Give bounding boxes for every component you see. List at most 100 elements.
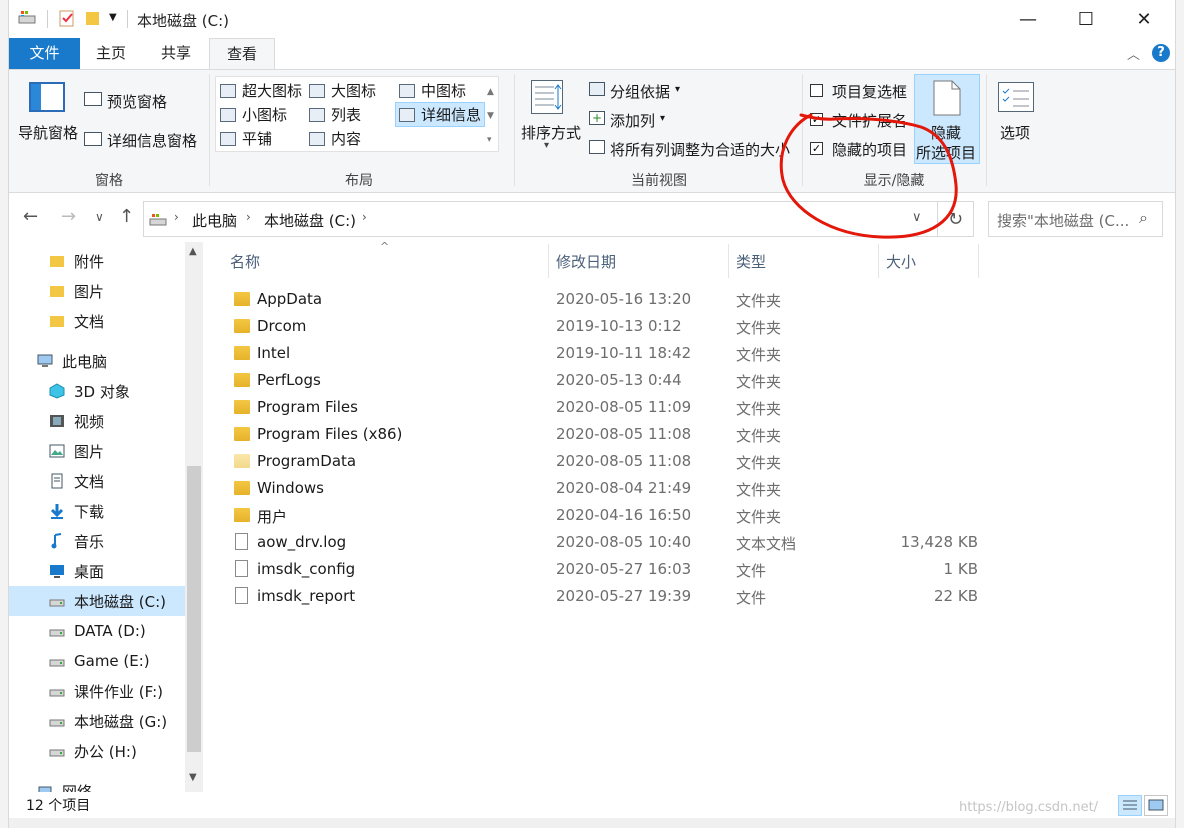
table-row[interactable]: imsdk_config 2020-05-27 16:03 文件 1 KB — [228, 556, 988, 583]
nav-pane-button[interactable]: 导航窗格 — [18, 122, 78, 143]
column-divider[interactable] — [548, 244, 549, 278]
details-view-button[interactable] — [1118, 795, 1142, 816]
layout-small-icons[interactable]: 小图标 — [220, 104, 287, 125]
file-name: aow_drv.log — [257, 533, 347, 551]
navpane-item[interactable]: DATA (D:) — [9, 616, 185, 646]
column-header-type[interactable]: 类型 — [736, 251, 766, 272]
navpane-item[interactable]: 附件 — [9, 246, 185, 276]
large-icons-view-button[interactable] — [1144, 795, 1168, 816]
table-row[interactable]: imsdk_report 2020-05-27 19:39 文件 22 KB — [228, 583, 988, 610]
navpane-item[interactable]: 课件作业 (F:) — [9, 676, 185, 706]
tab-file[interactable]: 文件 — [9, 38, 80, 69]
tab-home[interactable]: 主页 — [79, 38, 143, 69]
layout-scroll-arrows-icon[interactable]: ▲ ▼ ▾ — [487, 80, 494, 152]
column-header-name[interactable]: 名称 — [230, 251, 260, 272]
table-row[interactable]: Program Files 2020-08-05 11:09 文件夹 — [228, 394, 988, 421]
navpane-item[interactable]: 本地磁盘 (C:) — [9, 586, 185, 616]
column-divider[interactable] — [978, 244, 979, 278]
search-input[interactable]: 搜索"本地磁盘 (C... — [997, 210, 1137, 231]
add-column-button[interactable]: 添加列 — [610, 110, 655, 131]
file-date: 2020-08-05 11:08 — [556, 425, 692, 443]
layout-large-icons[interactable]: 大图标 — [309, 80, 376, 101]
up-arrow-icon[interactable]: ↑ — [119, 206, 134, 227]
tab-view[interactable]: 查看 — [209, 38, 276, 70]
column-header-size[interactable]: 大小 — [886, 251, 916, 272]
column-divider[interactable] — [728, 244, 729, 278]
table-row[interactable]: Intel 2019-10-11 18:42 文件夹 — [228, 340, 988, 367]
back-arrow-icon[interactable]: ← — [23, 206, 38, 227]
forward-arrow-icon[interactable]: → — [61, 206, 76, 227]
navpane-item[interactable]: 图片 — [9, 276, 185, 306]
table-row[interactable]: AppData 2020-05-16 13:20 文件夹 — [228, 286, 988, 313]
navpane-item[interactable]: 3D 对象 — [9, 376, 185, 406]
navpane-item[interactable]: Game (E:) — [9, 646, 185, 676]
help-icon[interactable]: ? — [1152, 44, 1170, 62]
options-button[interactable]: 选项 — [1000, 122, 1030, 143]
scroll-down-icon[interactable]: ▼ — [189, 772, 197, 783]
breadcrumb-this-pc[interactable]: 此电脑 — [192, 210, 237, 231]
quick-access-dropdown-icon[interactable]: ▼ — [109, 12, 117, 23]
tab-share[interactable]: 共享 — [144, 38, 208, 69]
navpane-item[interactable]: 下载 — [9, 496, 185, 526]
navpane-item[interactable]: 桌面 — [9, 556, 185, 586]
collapse-ribbon-icon[interactable]: ︿ — [1127, 44, 1140, 63]
item-checkboxes-checkbox[interactable] — [810, 84, 823, 97]
options-icon — [998, 82, 1034, 112]
table-row[interactable]: 用户 2020-04-16 16:50 文件夹 — [228, 502, 988, 529]
navpane-item[interactable]: 图片 — [9, 436, 185, 466]
layout-content[interactable]: 内容 — [309, 128, 361, 149]
table-row[interactable]: Program Files (x86) 2020-08-05 11:08 文件夹 — [228, 421, 988, 448]
layout-details[interactable]: 详细信息 — [395, 102, 486, 127]
table-row[interactable]: PerfLogs 2020-05-13 0:44 文件夹 — [228, 367, 988, 394]
layout-list[interactable]: 列表 — [309, 104, 361, 125]
recent-locations-chevron-icon[interactable]: ∨ — [95, 210, 104, 224]
table-row[interactable]: Drcom 2019-10-13 0:12 文件夹 — [228, 313, 988, 340]
search-box[interactable]: 搜索"本地磁盘 (C... ⌕ — [988, 201, 1163, 237]
close-button[interactable]: ✕ — [1115, 0, 1173, 38]
new-folder-icon[interactable] — [83, 8, 103, 28]
watermark: https://blog.csdn.net/ — [959, 800, 1099, 815]
table-row[interactable]: Windows 2020-08-04 21:49 文件夹 — [228, 475, 988, 502]
nav-pane-icon — [29, 82, 65, 112]
column-header-date[interactable]: 修改日期 — [556, 251, 616, 272]
file-icon — [235, 560, 248, 577]
folder-icon — [50, 286, 64, 297]
file-type: 文件夹 — [736, 481, 782, 499]
size-all-columns-button[interactable]: 将所有列调整为合适的大小 — [610, 139, 790, 160]
sort-by-button[interactable]: 排序方式 — [521, 122, 581, 143]
navpane-item[interactable]: 本地磁盘 (G:) — [9, 706, 185, 736]
file-type: 文件夹 — [736, 454, 782, 472]
content-icon — [309, 131, 325, 146]
minimize-button[interactable]: — — [999, 0, 1057, 38]
properties-icon[interactable] — [57, 8, 77, 28]
group-by-button[interactable]: 分组依据 — [610, 81, 670, 102]
chevron-down-icon: ▾ — [675, 84, 681, 95]
navpane-item[interactable]: 网络 — [9, 776, 185, 792]
file-type: 文件 — [736, 589, 767, 607]
navpane-item[interactable]: 办公 (H:) — [9, 736, 185, 766]
preview-pane-button[interactable]: 预览窗格 — [107, 91, 167, 112]
layout-extra-large-icons[interactable]: 超大图标 — [220, 80, 302, 101]
layout-tiles[interactable]: 平铺 — [220, 128, 272, 149]
table-row[interactable]: ProgramData 2020-08-05 11:08 文件夹 — [228, 448, 988, 475]
breadcrumb-local-disk-c[interactable]: 本地磁盘 (C:) — [264, 210, 356, 231]
separator — [47, 10, 48, 28]
navpane-item[interactable]: 文档 — [9, 306, 185, 336]
scroll-up-icon[interactable]: ▲ — [189, 246, 197, 257]
navpane-scroll-thumb[interactable] — [187, 466, 201, 752]
navpane-item[interactable]: 文档 — [9, 466, 185, 496]
file-name: Windows — [257, 479, 324, 497]
drive-icon[interactable] — [17, 8, 37, 28]
column-divider[interactable] — [878, 244, 879, 278]
navpane-item-label: 图片 — [74, 282, 105, 301]
maximize-button[interactable]: ☐ — [1057, 0, 1115, 38]
table-row[interactable]: aow_drv.log 2020-08-05 10:40 文本文档 13,428 KB — [228, 529, 988, 556]
navpane-item-label: 网络 — [62, 782, 93, 793]
navpane-item[interactable]: 视频 — [9, 406, 185, 436]
navpane-item[interactable]: 此电脑 — [9, 346, 185, 376]
file-date: 2020-08-05 11:08 — [556, 452, 692, 470]
layout-medium-icons[interactable]: 中图标 — [399, 80, 466, 101]
details-pane-button[interactable]: 详细信息窗格 — [107, 130, 197, 151]
search-icon[interactable]: ⌕ — [1139, 208, 1148, 228]
navpane-item[interactable]: 音乐 — [9, 526, 185, 556]
